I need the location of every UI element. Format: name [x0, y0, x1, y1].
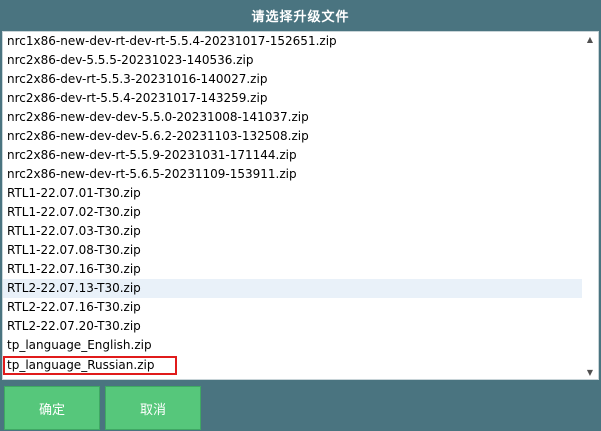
scroll-up-icon[interactable]: ▲: [582, 32, 598, 46]
dialog-title: 请选择升级文件: [0, 0, 601, 30]
file-item[interactable]: nrc2x86-dev-5.5.5-20231023-140536.zip: [3, 51, 583, 70]
file-item[interactable]: nrc2x86-dev-rt-5.5.3-20231016-140027.zip: [3, 70, 583, 89]
file-item[interactable]: nrc2x86-new-dev-dev-5.6.2-20231103-13250…: [3, 127, 583, 146]
file-item[interactable]: nrc2x86-new-dev-rt-5.5.9-20231031-171144…: [3, 146, 583, 165]
button-bar: 确定 取消: [0, 383, 601, 431]
file-list-frame: nrc1x86-new-dev-rt-dev-rt-5.5.4-20231017…: [2, 31, 599, 380]
file-item[interactable]: RTL1-22.07.16-T30.zip: [3, 260, 583, 279]
scroll-down-icon[interactable]: ▼: [582, 365, 598, 379]
file-item[interactable]: RTL2-22.07.20-T30.zip: [3, 317, 583, 336]
file-item[interactable]: RTL1-22.07.03-T30.zip: [3, 222, 583, 241]
scroll-track[interactable]: [586, 46, 594, 365]
file-item[interactable]: RTL1-22.07.08-T30.zip: [3, 241, 583, 260]
file-item-highlighted[interactable]: tp_language_Russian.zip: [3, 356, 177, 375]
file-item[interactable]: RTL2-22.07.16-T30.zip: [3, 298, 583, 317]
list-scrollbar[interactable]: ▲ ▼: [582, 32, 598, 379]
ok-button[interactable]: 确定: [4, 386, 100, 430]
file-item[interactable]: RTL1-22.07.01-T30.zip: [3, 184, 583, 203]
file-item[interactable]: RTL1-22.07.02-T30.zip: [3, 203, 583, 222]
file-item[interactable]: nrc2x86-new-dev-rt-5.6.5-20231109-153911…: [3, 165, 583, 184]
file-list[interactable]: nrc1x86-new-dev-rt-dev-rt-5.5.4-20231017…: [3, 32, 583, 379]
file-item[interactable]: nrc2x86-new-dev-dev-5.5.0-20231008-14103…: [3, 108, 583, 127]
cancel-button[interactable]: 取消: [105, 386, 201, 430]
file-item-hovered[interactable]: RTL2-22.07.13-T30.zip: [3, 279, 583, 298]
file-item[interactable]: nrc1x86-new-dev-rt-dev-rt-5.5.4-20231017…: [3, 32, 583, 51]
file-item[interactable]: nrc2x86-dev-rt-5.5.4-20231017-143259.zip: [3, 89, 583, 108]
file-item[interactable]: tp_language_English.zip: [3, 336, 583, 355]
